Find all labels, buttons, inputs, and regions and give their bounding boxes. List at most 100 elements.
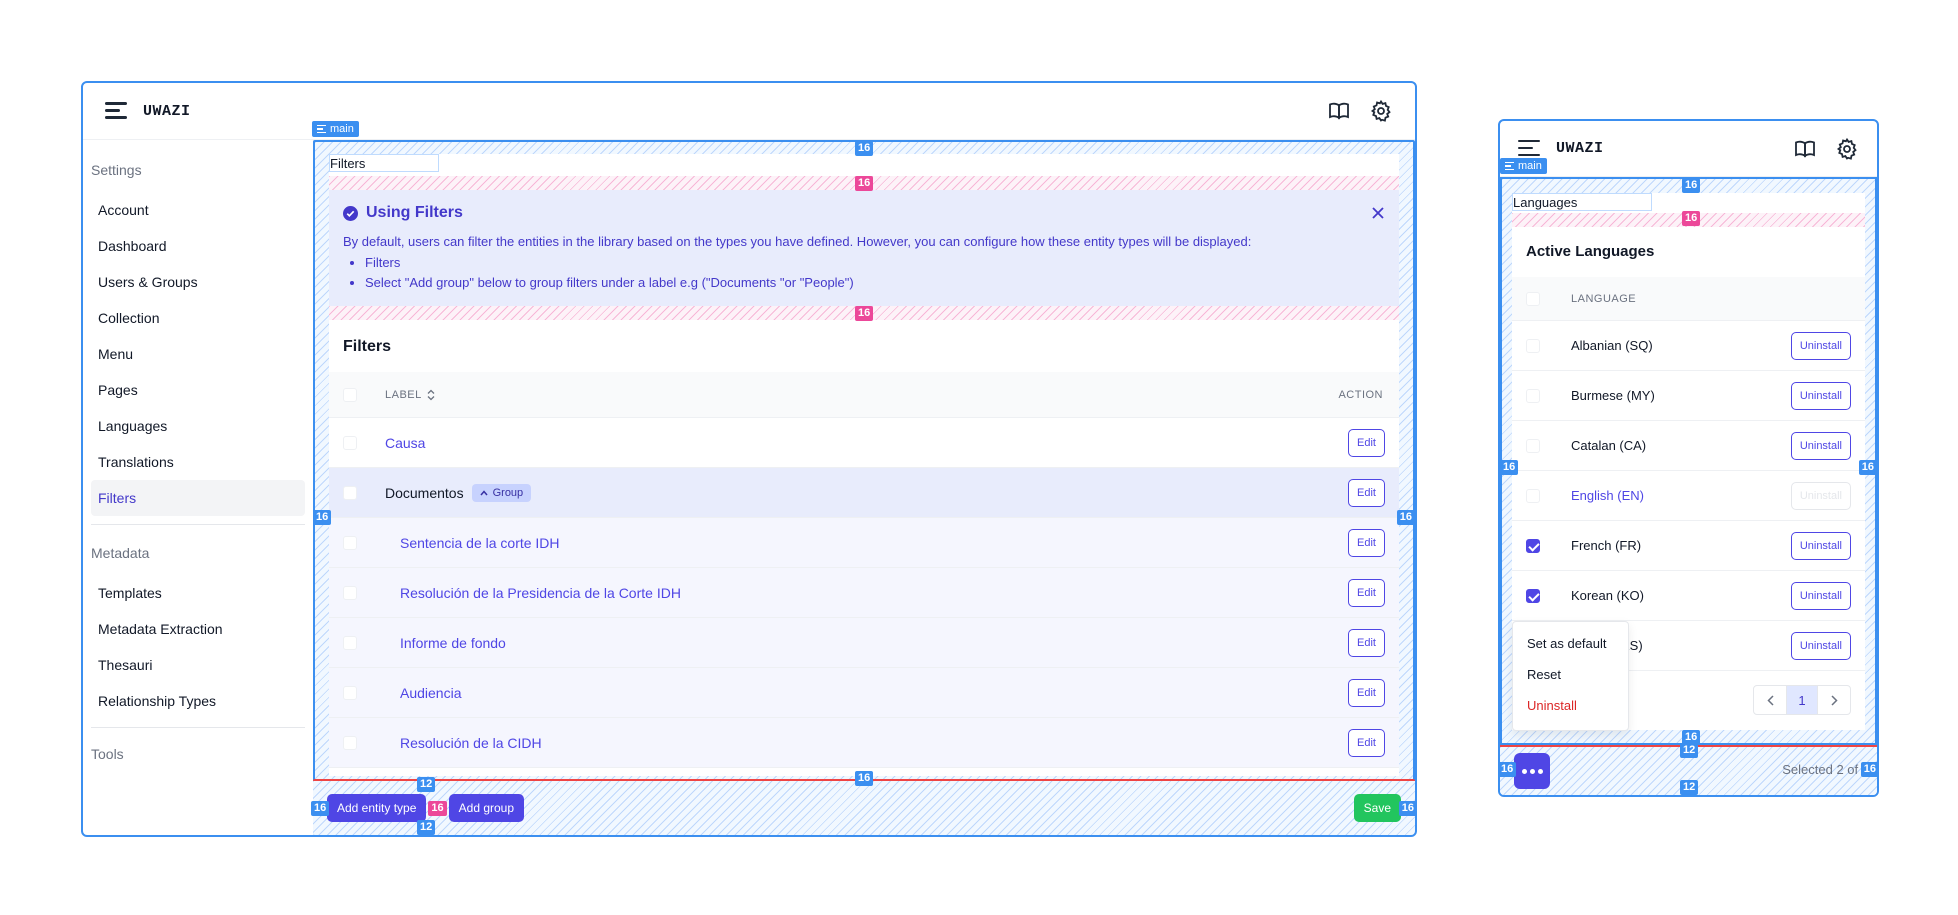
sidebar-item-pages[interactable]: Pages — [91, 372, 305, 408]
edit-button[interactable]: Edit — [1348, 628, 1385, 657]
more-options-button[interactable] — [1514, 753, 1550, 789]
table-row-child: Sentencia de la corte IDH Edit — [329, 518, 1399, 568]
uninstall-button[interactable]: Uninstall — [1790, 431, 1851, 460]
spacing-badge: 16 — [1500, 762, 1517, 777]
book-icon[interactable] — [1793, 137, 1817, 161]
language-row: Burmese (MY) Uninstall — [1512, 371, 1865, 421]
page-number[interactable]: 1 — [1787, 686, 1817, 714]
filter-label[interactable]: Sentencia de la corte IDH — [400, 535, 560, 551]
top-bar: UWAZI — [83, 83, 1415, 140]
add-entity-type-button[interactable]: Add entity type — [327, 794, 427, 822]
edit-button[interactable]: Edit — [1348, 528, 1385, 557]
bottom-action-bar: Selected 2 of 7 12 12 16 16 — [1500, 743, 1877, 795]
row-checkbox[interactable] — [343, 585, 357, 600]
close-icon[interactable] — [1371, 206, 1385, 220]
language-row: French (FR) Uninstall — [1512, 521, 1865, 571]
filter-label[interactable]: Audiencia — [400, 685, 462, 701]
edit-button[interactable]: Edit — [1348, 678, 1385, 707]
sidebar-item-users-groups[interactable]: Users & Groups — [91, 264, 305, 300]
check-circle-icon — [343, 205, 358, 221]
sidebar-item-metadata-extraction[interactable]: Metadata Extraction — [91, 611, 305, 647]
select-all-checkbox[interactable] — [1526, 291, 1540, 306]
language-name: Catalan (CA) — [1571, 438, 1647, 453]
group-toggle[interactable]: Group — [471, 483, 532, 502]
callout-body: By default, users can filter the entitie… — [343, 234, 1252, 249]
uninstall-button[interactable]: Uninstall — [1790, 581, 1851, 610]
edit-button[interactable]: Edit — [1348, 478, 1385, 507]
save-button[interactable]: Save — [1353, 794, 1401, 822]
row-checkbox[interactable] — [1526, 338, 1540, 353]
row-checkbox[interactable] — [1526, 438, 1540, 453]
main-region-tag: main — [312, 121, 359, 137]
chevron-right-icon[interactable] — [1817, 686, 1850, 714]
spacing-badge: 12 — [417, 777, 436, 792]
edit-button[interactable]: Edit — [1348, 578, 1385, 607]
sidebar-item-translations[interactable]: Translations — [91, 444, 305, 480]
column-header-label[interactable]: LABEL — [385, 389, 422, 401]
sidebar-item-collection[interactable]: Collection — [91, 300, 305, 336]
filters-footer: Add entity type 16 Add group Save 12 12 … — [311, 777, 1415, 835]
add-group-button[interactable]: Add group — [448, 794, 525, 822]
sidebar-item-menu[interactable]: Menu — [91, 336, 305, 372]
row-checkbox[interactable] — [343, 635, 357, 650]
chevron-left-icon[interactable] — [1754, 686, 1787, 714]
gear-icon[interactable] — [1369, 99, 1393, 123]
row-checkbox — [1526, 488, 1540, 503]
row-checkbox[interactable] — [343, 435, 357, 450]
row-checkbox-checked[interactable] — [1526, 538, 1540, 553]
desktop-frame: UWAZI Settings Account Dashboard Users &… — [81, 81, 1417, 837]
menu-item-reset[interactable]: Reset — [1513, 659, 1628, 690]
sidebar-item-templates[interactable]: Templates — [91, 575, 305, 611]
sidebar-item-filters[interactable]: Filters — [91, 480, 305, 516]
sidebar-item-dashboard[interactable]: Dashboard — [91, 228, 305, 264]
edit-button[interactable]: Edit — [1348, 428, 1385, 457]
select-all-checkbox[interactable] — [343, 387, 357, 402]
sidebar-heading-tools: Tools — [91, 746, 124, 762]
spacing-badge: 12 — [1680, 743, 1699, 758]
sidebar-divider — [91, 524, 305, 525]
menu-item-set-default[interactable]: Set as default — [1513, 628, 1628, 659]
row-checkbox-checked[interactable] — [1526, 588, 1540, 603]
uninstall-button[interactable]: Uninstall — [1790, 531, 1851, 560]
sidebar-item-relationship-types[interactable]: Relationship Types — [91, 683, 305, 719]
language-name: English (EN) — [1571, 488, 1644, 503]
row-checkbox[interactable] — [343, 735, 357, 750]
book-icon[interactable] — [1327, 99, 1351, 123]
table-header-row: LABEL ACTION — [329, 372, 1399, 418]
row-checkbox[interactable] — [343, 685, 357, 700]
sidebar-heading-settings: Settings — [91, 162, 142, 178]
uninstall-button[interactable]: Uninstall — [1790, 331, 1851, 360]
edit-button[interactable]: Edit — [1348, 728, 1385, 757]
sidebar-item-thesauri[interactable]: Thesauri — [91, 647, 305, 683]
spacing-badge: 12 — [417, 820, 436, 835]
chevron-up-icon — [480, 489, 488, 495]
main-content: 16 Languages 16 Active Languages LANGUAG… — [1500, 177, 1877, 745]
gear-icon[interactable] — [1835, 137, 1859, 161]
table-row-group: Documentos Group Edit — [329, 468, 1399, 518]
hamburger-menu-icon[interactable] — [1518, 139, 1540, 158]
filter-label[interactable]: Resolución de la CIDH — [400, 735, 542, 751]
uninstall-button[interactable]: Uninstall — [1790, 381, 1851, 410]
filter-label[interactable]: Causa — [385, 435, 425, 451]
row-checkbox[interactable] — [343, 485, 357, 500]
filter-label[interactable]: Resolución de la Presidencia de la Corte… — [400, 585, 681, 601]
callout-bullet: Select "Add group" below to group filter… — [365, 273, 1385, 293]
uninstall-button[interactable]: Uninstall — [1790, 631, 1851, 660]
language-name: Burmese (MY) — [1571, 388, 1655, 403]
sidebar-item-languages[interactable]: Languages — [91, 408, 305, 444]
column-header-action: ACTION — [1338, 388, 1383, 401]
sort-icon[interactable] — [426, 389, 436, 401]
card-heading: Active Languages — [1526, 243, 1655, 260]
filter-label[interactable]: Informe de fondo — [400, 635, 506, 651]
spacing-badge: 16 — [855, 306, 874, 321]
table-header-row: LANGUAGE — [1512, 277, 1865, 321]
sidebar-item-account[interactable]: Account — [91, 192, 305, 228]
hamburger-menu-icon[interactable] — [105, 102, 127, 120]
table-heading: Filters — [343, 338, 392, 355]
spacing-badge: 16 — [855, 176, 874, 191]
menu-item-uninstall[interactable]: Uninstall — [1513, 690, 1628, 721]
column-header-language: LANGUAGE — [1571, 292, 1637, 305]
row-checkbox[interactable] — [343, 535, 357, 550]
row-checkbox[interactable] — [1526, 388, 1540, 403]
languages-title-strip: Languages — [1512, 193, 1865, 213]
